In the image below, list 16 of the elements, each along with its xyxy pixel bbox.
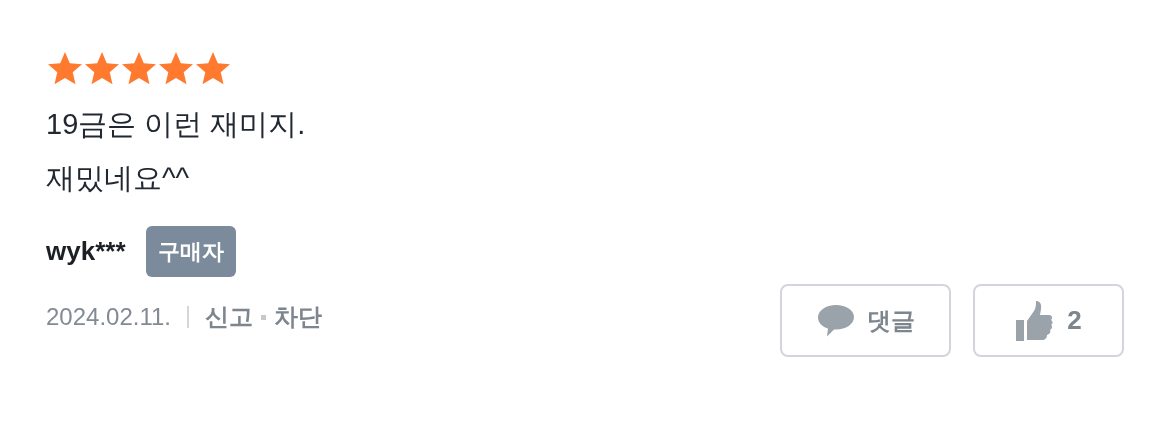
star-icon bbox=[157, 52, 195, 86]
review-date: 2024.02.11. bbox=[46, 302, 171, 332]
review-text: 19금은 이런 재미지. bbox=[46, 107, 307, 142]
action-link[interactable]: 신고 bbox=[205, 299, 253, 335]
speech-bubble-icon bbox=[816, 302, 855, 339]
review-text: 재밌네요^^ bbox=[46, 161, 191, 196]
action-link[interactable]: 차단 bbox=[274, 299, 322, 335]
star-icon bbox=[83, 52, 121, 86]
comment-button[interactable]: 댓글 bbox=[780, 284, 951, 357]
username: wyk*** bbox=[46, 235, 126, 268]
thumbs-up-icon bbox=[1015, 299, 1054, 342]
buyer-tag: 구매자 bbox=[145, 226, 236, 277]
like-button[interactable]: 2 bbox=[973, 284, 1124, 357]
star-icon bbox=[120, 52, 158, 86]
star-icon bbox=[46, 52, 84, 86]
star-icon bbox=[194, 52, 232, 86]
